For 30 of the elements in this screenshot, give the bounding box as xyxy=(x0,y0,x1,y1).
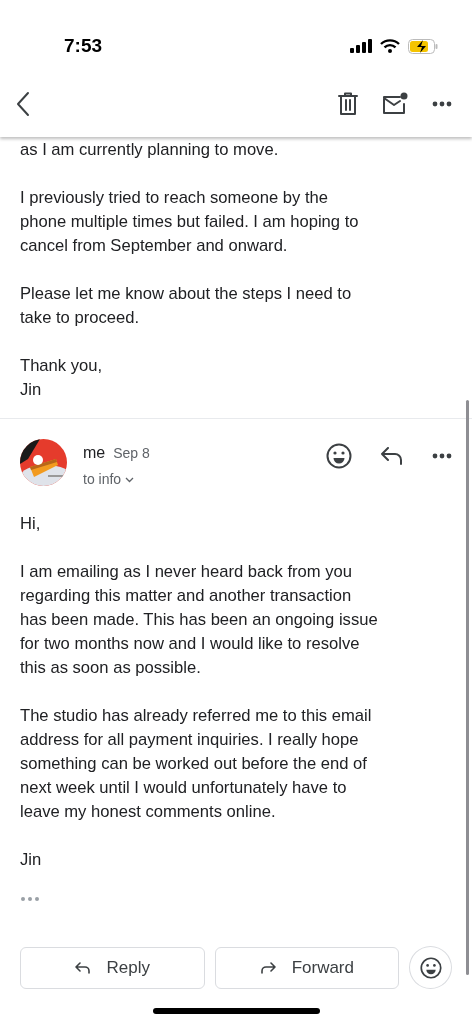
message-paragraph: as I am currently planning to move. xyxy=(19,139,280,161)
emoji-reaction-icon[interactable] xyxy=(326,443,352,469)
wifi-icon xyxy=(380,39,400,53)
forward-button[interactable]: Forward xyxy=(214,946,400,989)
message-paragraph: Thank you, Jin xyxy=(19,355,104,401)
message-date: Sep 8 xyxy=(113,444,150,463)
message-paragraph: Jin xyxy=(19,849,43,871)
mail-icon[interactable] xyxy=(382,91,408,116)
reply-icon xyxy=(74,961,91,974)
message-paragraph: I previously tried to reach someone by the phone multiple times but failed. I am hoping to cancel from September and onward. xyxy=(19,187,360,257)
message-paragraph: The studio has already referred me to this email address for all payment inquiries. I really hope something can be worked out before the end of next week until I would unfortunately have to leave my honest comments online. xyxy=(19,705,373,823)
reply-icon[interactable] xyxy=(380,447,404,465)
emoji-icon xyxy=(419,956,442,979)
more-icon[interactable] xyxy=(432,100,452,107)
forward-icon xyxy=(259,961,276,974)
show-trimmed-icon[interactable] xyxy=(20,895,40,902)
status-time: 7:53 xyxy=(64,33,103,58)
sender-name: me xyxy=(83,443,106,463)
battery-charging-icon xyxy=(408,38,438,54)
more-icon[interactable] xyxy=(432,453,452,459)
chevron-down-icon[interactable] xyxy=(125,476,135,483)
emoji-button[interactable] xyxy=(409,946,452,989)
message-paragraph: Please let me know about the steps I need to take to proceed. xyxy=(19,283,353,329)
reply-button[interactable]: Reply xyxy=(20,946,205,989)
back-icon[interactable] xyxy=(16,90,30,117)
message-paragraph: Hi, xyxy=(19,513,42,535)
trash-icon[interactable] xyxy=(338,91,358,116)
message-paragraph: I am emailing as I never heard back from you regarding this matter and another transaction has been made. This has been an ongoing issue for two months now and I would like to resolve this as soon as possible. xyxy=(19,561,379,679)
signal-icon xyxy=(350,39,372,53)
recipients-link[interactable]: to info xyxy=(83,469,122,490)
